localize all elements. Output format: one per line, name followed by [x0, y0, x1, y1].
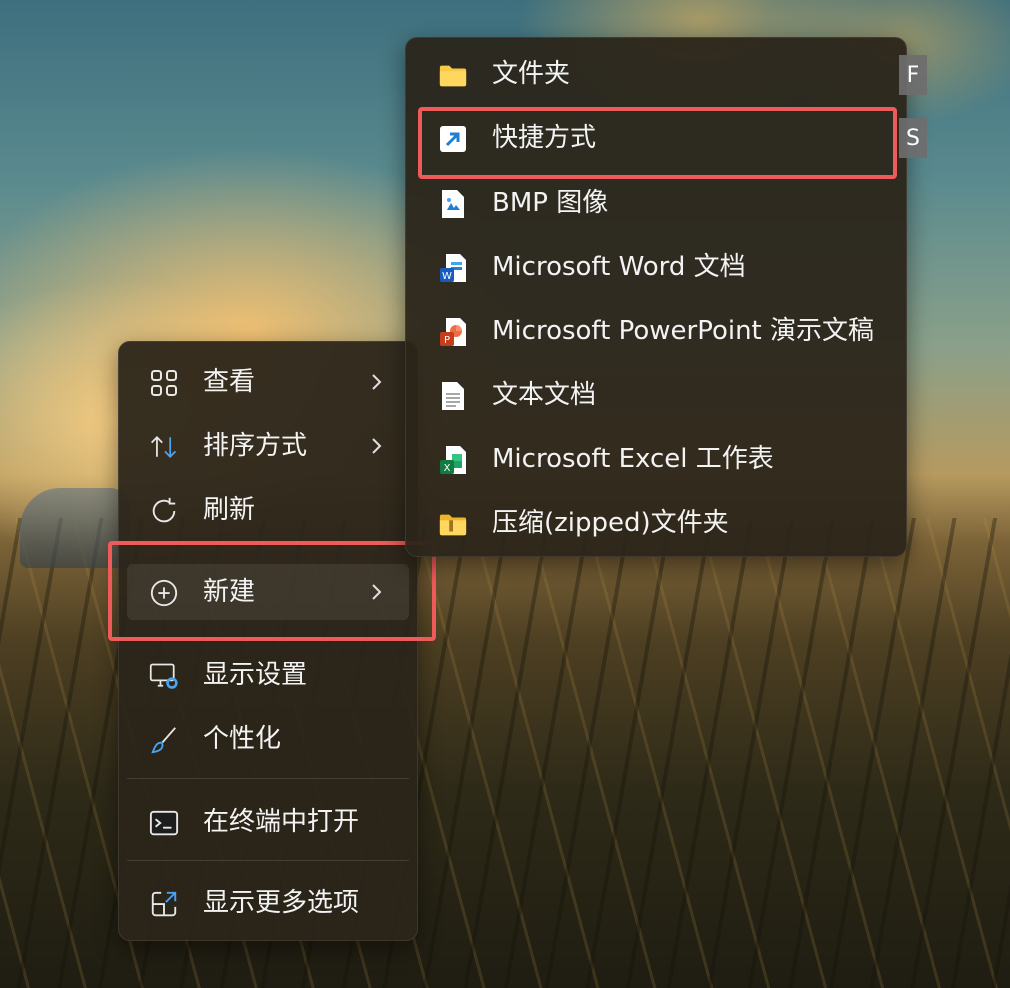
menu-item-label: 排序方式 [203, 431, 308, 461]
submenu-item-label: BMP 图像 [492, 188, 609, 218]
sort-icon [149, 432, 179, 462]
highlight-box-new [108, 541, 436, 641]
grid-icon [149, 368, 179, 398]
bmp-image-icon [438, 189, 468, 219]
menu-separator [127, 778, 409, 779]
access-key-shortcut: S [899, 118, 927, 158]
svg-text:P: P [444, 335, 450, 346]
menu-item-open-terminal[interactable]: 在终端中打开 [127, 794, 409, 850]
refresh-icon [149, 496, 179, 526]
zip-folder-icon [438, 509, 468, 539]
submenu-item-word[interactable]: W Microsoft Word 文档 [414, 237, 898, 297]
more-options-icon [149, 889, 179, 919]
display-settings-icon [149, 661, 179, 691]
svg-text:X: X [444, 463, 451, 474]
submenu-item-powerpoint[interactable]: P Microsoft PowerPoint 演示文稿 [414, 301, 898, 361]
terminal-icon [149, 808, 179, 838]
submenu-item-label: Microsoft PowerPoint 演示文稿 [492, 316, 875, 346]
menu-item-label: 在终端中打开 [203, 807, 360, 837]
menu-item-personalize[interactable]: 个性化 [127, 711, 409, 767]
desktop-context-menu: 查看 排序方式 刷新 新建 显示设置 个性化 在终端中打开 显示更多选项 [118, 341, 418, 941]
submenu-item-text-document[interactable]: 文本文档 [414, 365, 898, 425]
folder-icon [438, 60, 468, 90]
submenu-item-zip-folder[interactable]: 压缩(zipped)文件夹 [414, 493, 898, 553]
submenu-item-label: Microsoft Word 文档 [492, 252, 746, 282]
menu-item-display-settings[interactable]: 显示设置 [127, 647, 409, 703]
menu-item-label: 刷新 [203, 495, 256, 525]
menu-item-label: 显示设置 [203, 660, 308, 690]
submenu-item-bmp-image[interactable]: BMP 图像 [414, 173, 898, 233]
chevron-right-icon [369, 434, 385, 458]
menu-separator [127, 860, 409, 861]
powerpoint-icon: P [438, 317, 468, 347]
menu-item-show-more-options[interactable]: 显示更多选项 [127, 875, 409, 931]
svg-text:W: W [442, 271, 452, 282]
submenu-item-label: 压缩(zipped)文件夹 [492, 508, 729, 538]
menu-item-label: 显示更多选项 [203, 888, 360, 918]
access-key-folder: F [899, 55, 927, 95]
highlight-box-shortcut [418, 107, 897, 179]
text-document-icon [438, 381, 468, 411]
menu-item-label: 查看 [203, 367, 256, 397]
submenu-item-label: Microsoft Excel 工作表 [492, 444, 774, 474]
submenu-item-folder[interactable]: 文件夹 [414, 44, 898, 104]
menu-item-refresh[interactable]: 刷新 [127, 482, 409, 538]
chevron-right-icon [369, 370, 385, 394]
submenu-item-label: 文件夹 [492, 59, 571, 89]
menu-item-sort[interactable]: 排序方式 [127, 418, 409, 474]
submenu-item-excel[interactable]: X Microsoft Excel 工作表 [414, 429, 898, 489]
excel-icon: X [438, 445, 468, 475]
word-icon: W [438, 253, 468, 283]
brush-icon [149, 725, 179, 755]
menu-item-label: 个性化 [203, 724, 282, 754]
menu-item-view[interactable]: 查看 [127, 354, 409, 410]
submenu-item-label: 文本文档 [492, 380, 597, 410]
